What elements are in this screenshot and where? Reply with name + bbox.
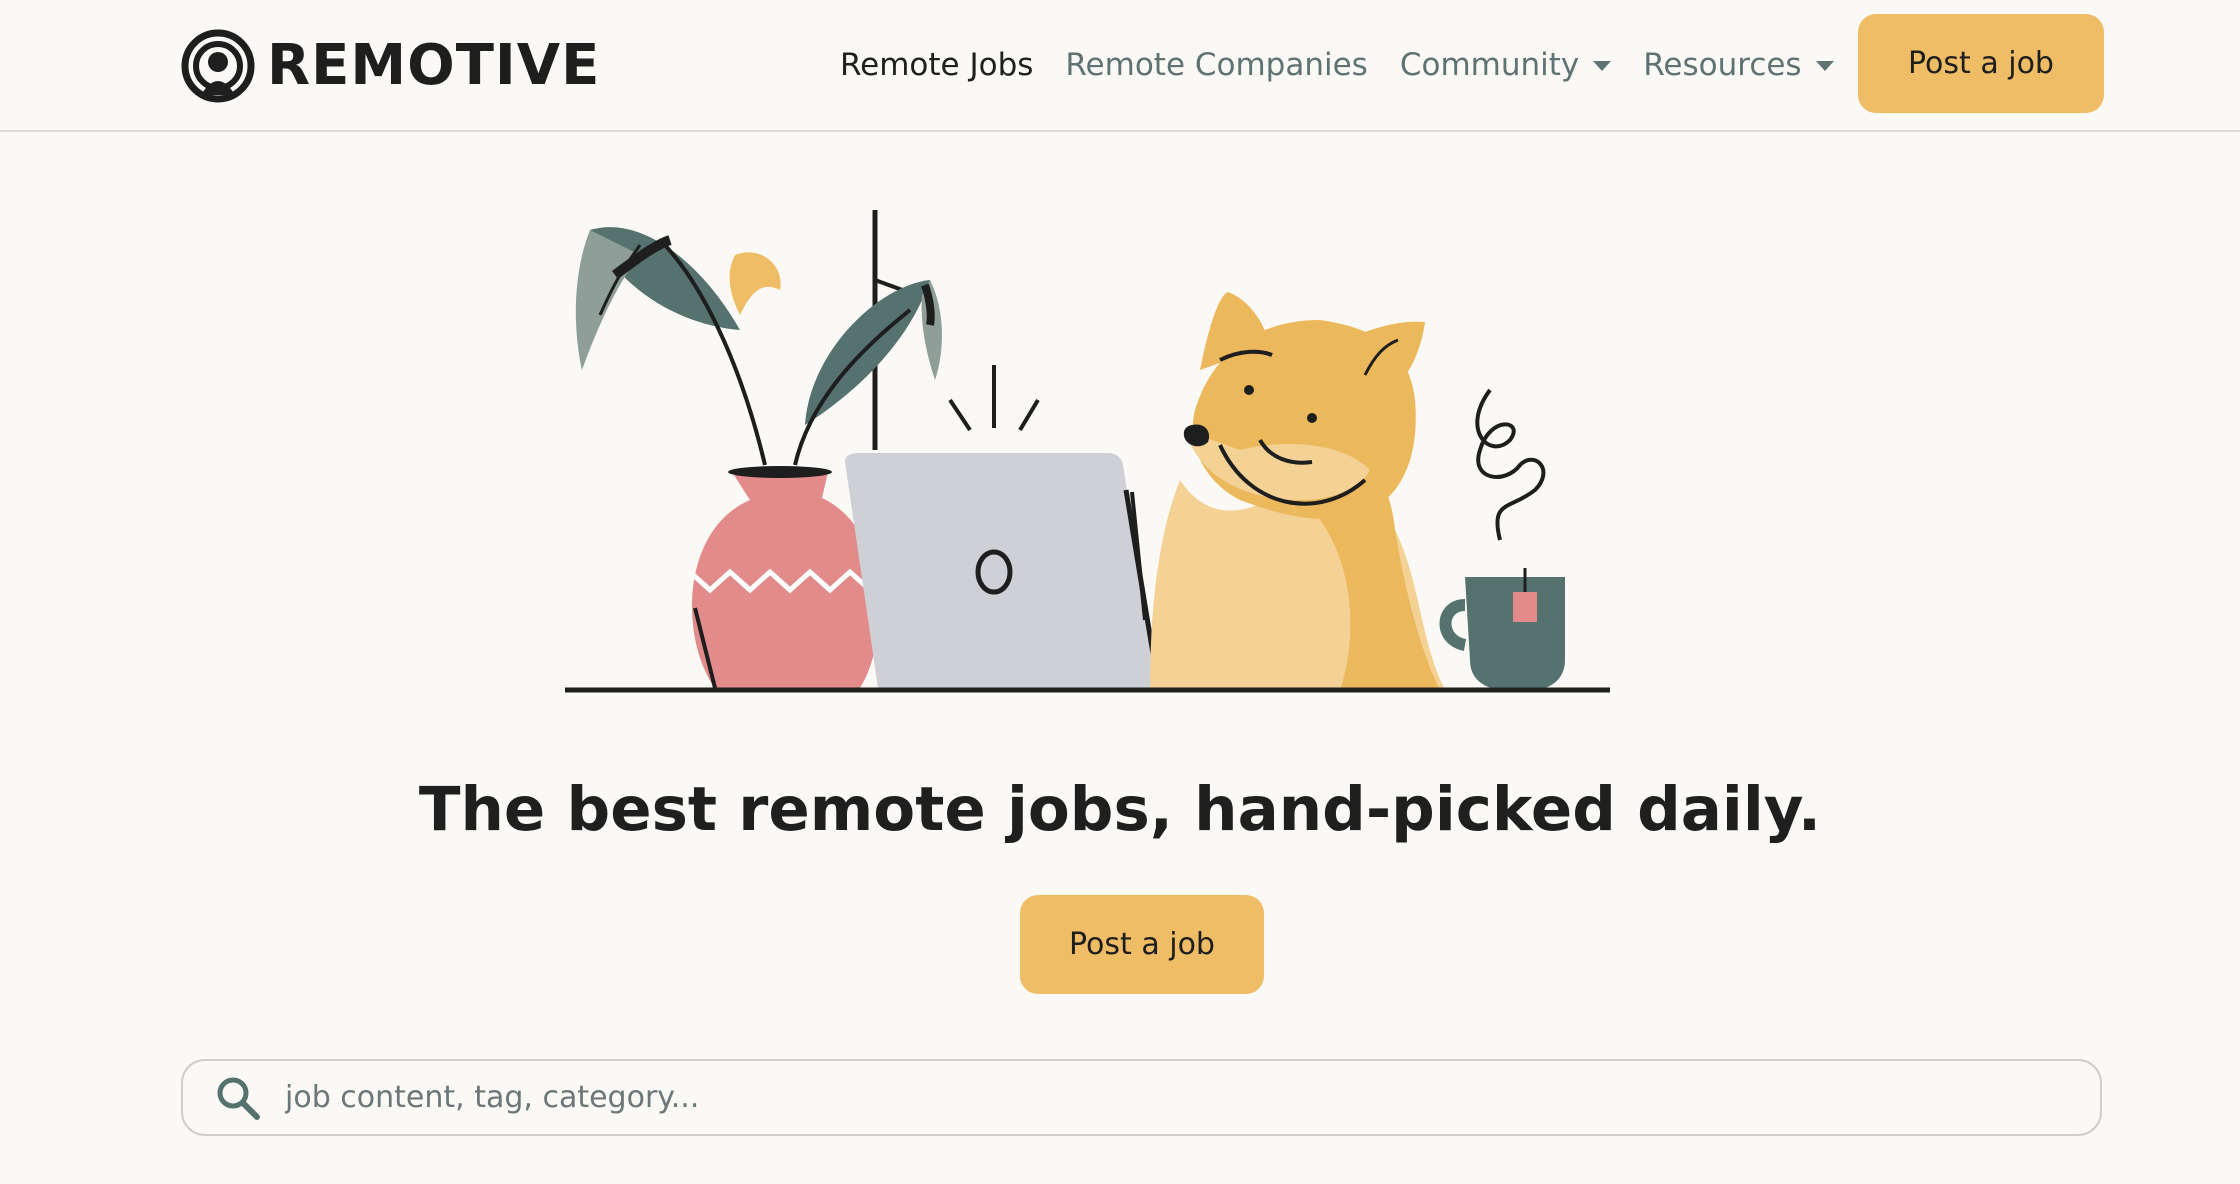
search-input[interactable] [283,1079,2067,1116]
nav-resources-dropdown[interactable]: Resources [1643,47,1834,83]
search-icon[interactable] [213,1073,263,1123]
remotive-logo-icon [181,29,255,103]
nav-remote-jobs[interactable]: Remote Jobs [840,47,1033,83]
brand-logo[interactable]: REMOTIVE [181,29,600,103]
nav-resources-label: Resources [1643,47,1802,83]
nav-community-label: Community [1399,47,1580,83]
chevron-down-icon [1815,61,1834,71]
nav-remote-companies-label: Remote Companies [1065,47,1368,83]
job-search-bar[interactable] [181,1059,2102,1136]
site-header: REMOTIVE Remote Jobs Remote Companies Co… [0,0,2240,132]
brand-name: REMOTIVE [267,33,601,98]
header-post-job-button[interactable]: Post a job [1858,14,2104,113]
nav-remote-jobs-label: Remote Jobs [840,47,1034,83]
nav-remote-companies[interactable]: Remote Companies [1065,47,1367,83]
nav-community-dropdown[interactable]: Community [1399,47,1612,83]
hero-post-job-button[interactable]: Post a job [1020,895,1264,994]
hero-headline: The best remote jobs, hand-picked daily. [418,774,1822,845]
main-nav: Remote Jobs Remote Companies Community R… [840,0,1866,130]
dog-at-laptop-illustration [565,210,1610,693]
chevron-down-icon [1593,61,1612,71]
